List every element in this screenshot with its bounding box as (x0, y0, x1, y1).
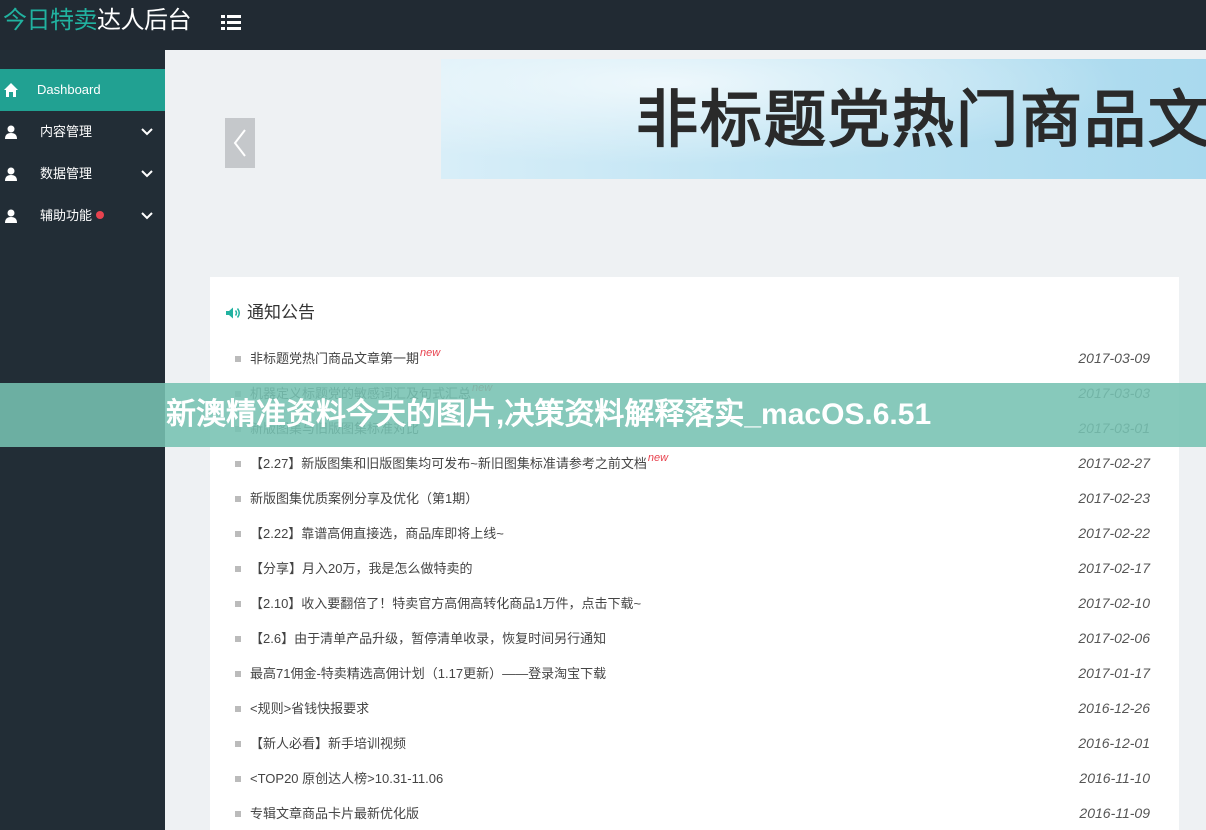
notice-date: 2016-12-26 (1078, 700, 1150, 716)
user-icon (3, 208, 19, 224)
notice-title[interactable]: 专辑文章商品卡片最新优化版 (250, 796, 419, 830)
notice-item[interactable]: 专辑文章商品卡片最新优化版 2016-11-09 (235, 796, 1150, 830)
bullet-icon (235, 636, 241, 642)
sidebar-item-dashboard[interactable]: Dashboard (0, 69, 165, 111)
notification-dot (96, 211, 105, 219)
notice-title[interactable]: 最高71佣金-特卖精选高佣计划（1.17更新）——登录淘宝下载 (250, 656, 606, 691)
bullet-icon (235, 356, 241, 362)
notice-date: 2017-02-10 (1078, 595, 1150, 611)
notice-date: 2017-02-17 (1078, 560, 1150, 576)
notice-panel: 通知公告 非标题党热门商品文章第一期new2017-03-09机器定义标题党的敏… (210, 277, 1179, 830)
notice-title[interactable]: <规则>省钱快报要求 (250, 691, 369, 726)
sidebar-item-label-wrap: 辅助功能 (40, 195, 105, 237)
notice-title-text: 非标题党热门商品文章第一期 (250, 351, 420, 366)
top-bar: 今日特卖达人后台 (0, 0, 1206, 50)
notice-title[interactable]: 新版图集优质案例分享及优化（第1期） (250, 481, 478, 516)
chevron-down-icon (140, 167, 154, 181)
chevron-down-icon (140, 209, 154, 223)
banner-text: 非标题党热门商品文章第 (636, 86, 1206, 155)
bullet-icon (235, 741, 241, 747)
sidebar-item-label: 内容管理 (40, 124, 93, 139)
notice-title[interactable]: 【2.22】靠谱高佣直接选，商品库即将上线~ (250, 516, 504, 551)
bullet-icon (235, 776, 241, 782)
notice-title[interactable]: 非标题党热门商品文章第一期new (250, 341, 440, 378)
notice-date: 2016-12-01 (1078, 735, 1150, 751)
notice-date: 2016-11-09 (1079, 805, 1150, 821)
notice-title-text: <TOP20 原创达人榜>10.31-11.06 (250, 771, 444, 786)
home-icon (3, 82, 19, 98)
carousel-prev-button[interactable] (225, 118, 255, 168)
bullet-icon (235, 496, 241, 502)
bullet-icon (235, 811, 241, 817)
brand-main-text: 达人后台 (97, 7, 192, 34)
bullet-icon (235, 566, 241, 572)
notice-title-text: 新版图集优质案例分享及优化（第1期） (250, 491, 479, 506)
notice-item[interactable]: 新版图集优质案例分享及优化（第1期） 2017-02-23 (235, 481, 1150, 516)
new-badge: new (420, 347, 441, 359)
notice-item[interactable]: <规则>省钱快报要求 2016-12-26 (235, 691, 1150, 726)
notice-date: 2017-01-17 (1078, 665, 1150, 681)
notice-title[interactable]: 【新人必看】新手培训视频 (250, 726, 406, 761)
notice-date: 2017-02-23 (1078, 490, 1150, 506)
volume-icon (226, 307, 240, 319)
notice-item[interactable]: 【分享】月入20万，我是怎么做特卖的 2017-02-17 (235, 551, 1150, 586)
notice-title-text: 最高71佣金-特卖精选高佣计划（1.17更新）——登录淘宝下载 (250, 666, 607, 681)
sidebar-item-auxiliary-functions[interactable]: 辅助功能 (0, 195, 165, 237)
sidebar-item-label: Dashboard (37, 82, 101, 97)
brand-accent-text: 今日特卖 (3, 7, 98, 34)
notice-item[interactable]: <TOP20 原创达人榜>10.31-11.06 2016-11-10 (235, 761, 1150, 796)
brand-logo[interactable]: 今日特卖达人后台 (3, 6, 192, 36)
new-badge: new (647, 452, 669, 464)
notice-title-text: 【2.22】靠谱高佣直接选，商品库即将上线~ (250, 526, 504, 541)
sidebar-item-label: 辅助功能 (40, 208, 93, 223)
notice-date: 2017-03-09 (1078, 350, 1150, 366)
notice-date: 2017-02-22 (1078, 525, 1150, 541)
notice-title-text: 【分享】月入20万，我是怎么做特卖的 (250, 561, 473, 576)
notice-date: 2017-02-27 (1078, 455, 1150, 471)
notice-title[interactable]: 【2.10】收入要翻倍了！特卖官方高佣高转化商品1万件，点击下载~ (250, 586, 641, 621)
user-icon (3, 124, 19, 140)
bullet-icon (235, 601, 241, 607)
notice-title-text: 【2.10】收入要翻倍了！特卖官方高佣高转化商品1万件，点击下载~ (250, 596, 642, 611)
notice-item[interactable]: 【新人必看】新手培训视频 2016-12-01 (235, 726, 1150, 761)
banner-image[interactable]: 非标题党热门商品文章第 (441, 59, 1206, 179)
bullet-icon (235, 706, 241, 712)
bullet-icon (235, 461, 241, 467)
notice-title-text: <规则>省钱快报要求 (250, 701, 370, 716)
chevron-down-icon (140, 125, 154, 139)
panel-title: 通知公告 (225, 303, 315, 323)
notice-title-text: 【2.6】由于清单产品升级，暂停清单收录，恢复时间另行通知 (250, 631, 607, 646)
sidebar-item-data-management[interactable]: 数据管理 (0, 153, 165, 195)
watermark-banner: 新澳精准资料今天的图片,决策资料解释落实_macOS.6.51 (0, 383, 1206, 447)
bullet-icon (235, 531, 241, 537)
menu-toggle-icon[interactable] (220, 12, 242, 34)
notice-title-text: 专辑文章商品卡片最新优化版 (250, 806, 420, 821)
notice-item[interactable]: 【2.27】新版图集和旧版图集均可发布~新旧图集标准请参考之前文档new 2017… (235, 446, 1150, 481)
notice-title[interactable]: <TOP20 原创达人榜>10.31-11.06 (250, 761, 443, 796)
notice-item[interactable]: 最高71佣金-特卖精选高佣计划（1.17更新）——登录淘宝下载 2017-01-1… (235, 656, 1150, 691)
chevron-left-icon (233, 129, 246, 157)
notice-title[interactable]: 【分享】月入20万，我是怎么做特卖的 (250, 551, 472, 586)
watermark-text: 新澳精准资料今天的图片,决策资料解释落实_macOS.6.51 (166, 398, 932, 431)
notice-item[interactable]: 非标题党热门商品文章第一期new 2017-03-09 (235, 341, 1150, 376)
notice-date: 2016-11-10 (1079, 770, 1150, 786)
notice-item[interactable]: 【2.6】由于清单产品升级，暂停清单收录，恢复时间另行通知 2017-02-06 (235, 621, 1150, 656)
notice-title-text: 【2.27】新版图集和旧版图集均可发布~新旧图集标准请参考之前文档 (250, 456, 647, 471)
notice-title-text: 【新人必看】新手培训视频 (250, 736, 407, 751)
sidebar-item-content-management[interactable]: 内容管理 (0, 111, 165, 153)
notice-item[interactable]: 【2.22】靠谱高佣直接选，商品库即将上线~ 2017-02-22 (235, 516, 1150, 551)
panel-title-text: 通知公告 (247, 303, 315, 322)
bullet-icon (235, 671, 241, 677)
notice-date: 2017-02-06 (1078, 630, 1150, 646)
notice-item[interactable]: 【2.10】收入要翻倍了！特卖官方高佣高转化商品1万件，点击下载~ 2017-02… (235, 586, 1150, 621)
sidebar-item-label: 数据管理 (40, 166, 93, 181)
user-icon (3, 166, 19, 182)
notice-title[interactable]: 【2.6】由于清单产品升级，暂停清单收录，恢复时间另行通知 (250, 621, 606, 656)
notice-title[interactable]: 【2.27】新版图集和旧版图集均可发布~新旧图集标准请参考之前文档new (250, 446, 668, 483)
